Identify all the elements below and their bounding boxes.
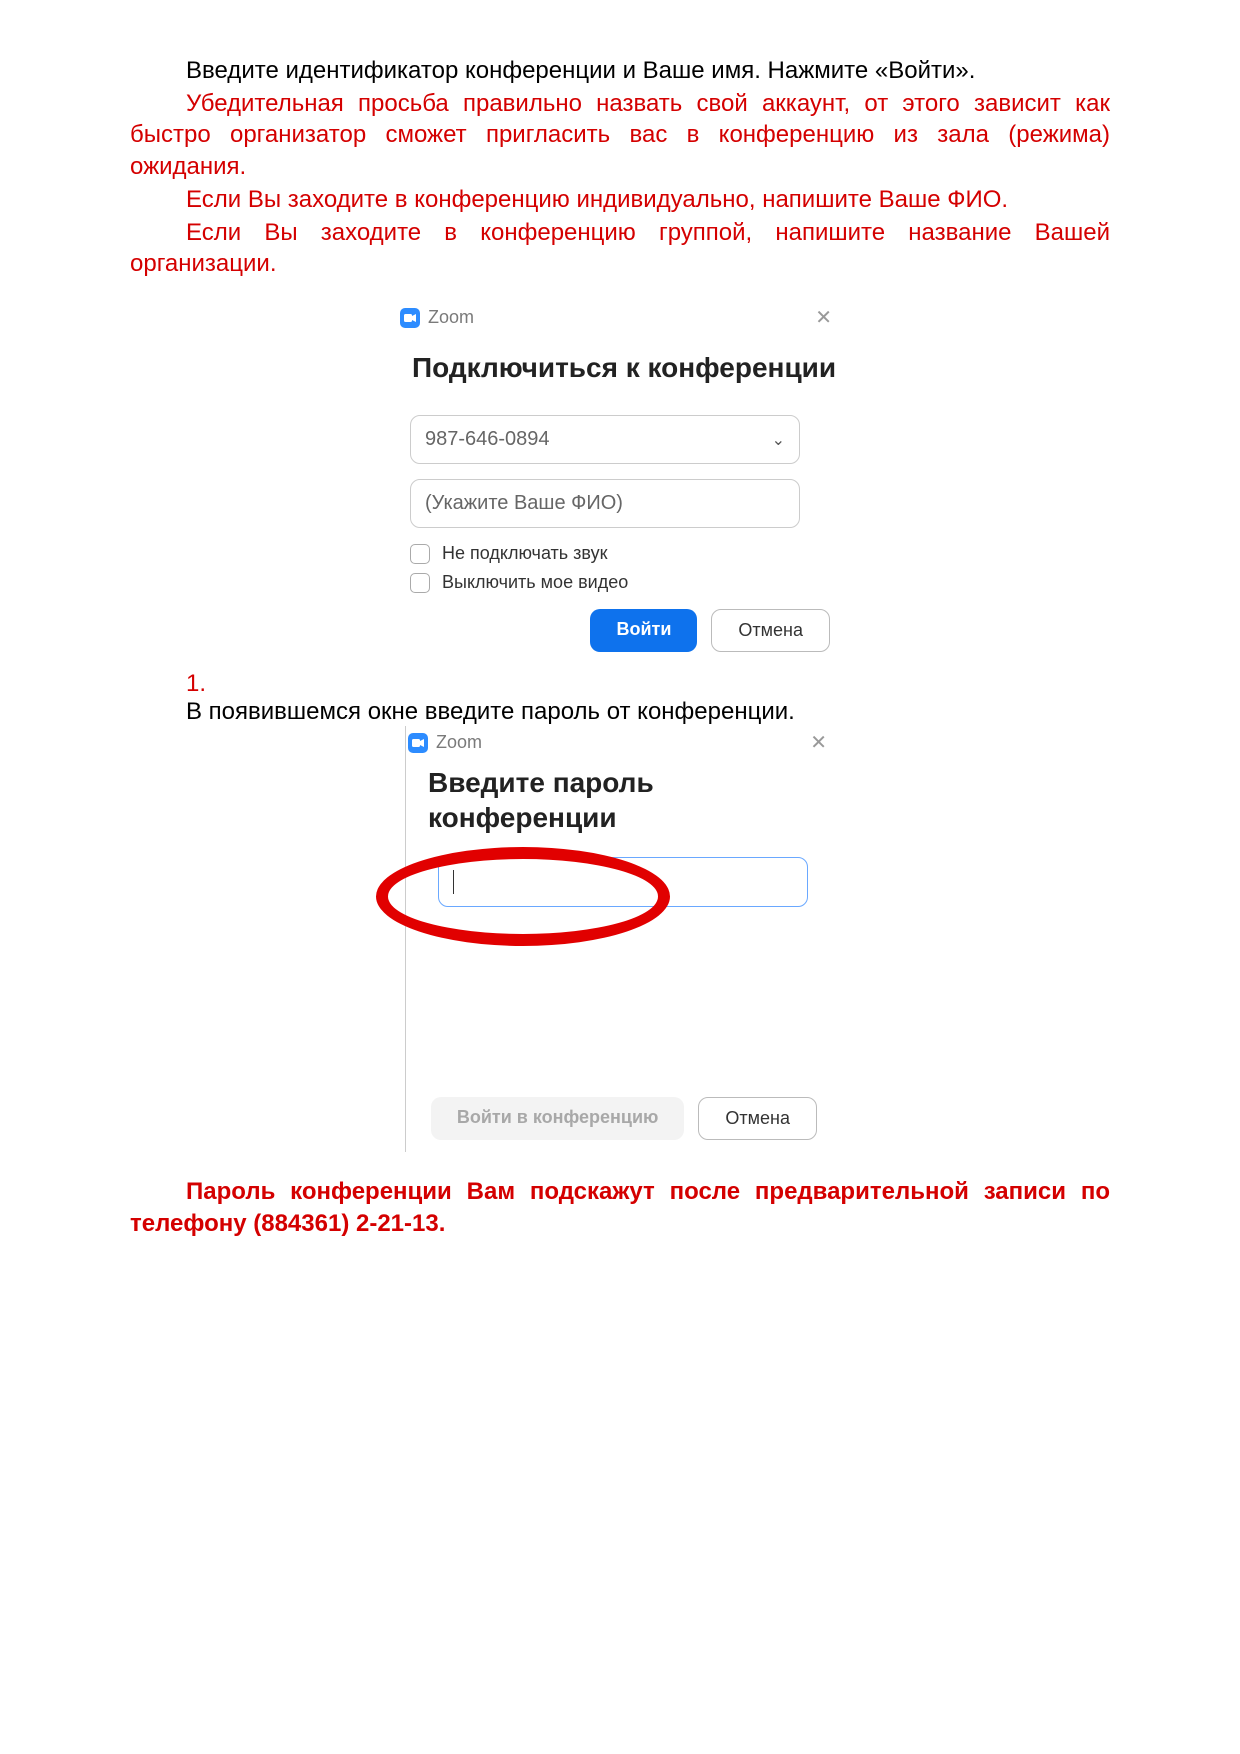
no-audio-label: Не подключать звук (442, 543, 607, 564)
zoom-logo-icon (408, 733, 428, 753)
no-video-checkbox-row[interactable]: Выключить мое видео (410, 572, 840, 593)
checkbox-icon[interactable] (410, 573, 430, 593)
dialog-title: Подключиться к конференции (412, 350, 840, 385)
meeting-id-input[interactable]: 987-646-0894 ⌄ (410, 415, 800, 464)
zoom-logo-icon (400, 308, 420, 328)
step-number: 1. (186, 670, 1110, 698)
instruction-group: Если Вы заходите в конференцию группой, … (130, 217, 1110, 279)
checkbox-icon[interactable] (410, 544, 430, 564)
instruction-warning: Убедительная просьба правильно назвать с… (130, 88, 1110, 182)
join-conference-button[interactable]: Войти в конференцию (431, 1097, 685, 1140)
close-icon[interactable]: ✕ (810, 730, 827, 755)
no-video-label: Выключить мое видео (442, 572, 628, 593)
zoom-join-dialog: Zoom ✕ Подключиться к конференции 987-64… (400, 301, 840, 652)
instruction-line-1: Введите идентификатор конференции и Ваше… (130, 55, 1110, 86)
highlight-ellipse-icon (376, 847, 670, 946)
join-button[interactable]: Войти (590, 609, 697, 652)
chevron-down-icon[interactable]: ⌄ (772, 430, 785, 450)
step-instruction: В появившемся окне введите пароль от кон… (186, 698, 1110, 726)
dialog-title: Введите пароль конференции (428, 765, 835, 835)
cancel-button[interactable]: Отмена (698, 1097, 817, 1140)
zoom-app-name: Zoom (428, 307, 474, 328)
zoom-app-name: Zoom (436, 732, 482, 753)
footer-note: Пароль конференции Вам подскажут после п… (130, 1176, 1110, 1238)
instruction-individual: Если Вы заходите в конференцию индивидуа… (130, 184, 1110, 215)
meeting-id-value: 987-646-0894 (425, 428, 550, 451)
name-input[interactable]: (Укажите Ваше ФИО) (410, 479, 800, 528)
close-icon[interactable]: ✕ (815, 305, 832, 330)
zoom-password-dialog: Zoom ✕ Введите пароль конференции Войти … (405, 726, 835, 1152)
cancel-button[interactable]: Отмена (711, 609, 830, 652)
no-audio-checkbox-row[interactable]: Не подключать звук (410, 543, 840, 564)
name-placeholder: (Укажите Ваше ФИО) (425, 492, 623, 515)
